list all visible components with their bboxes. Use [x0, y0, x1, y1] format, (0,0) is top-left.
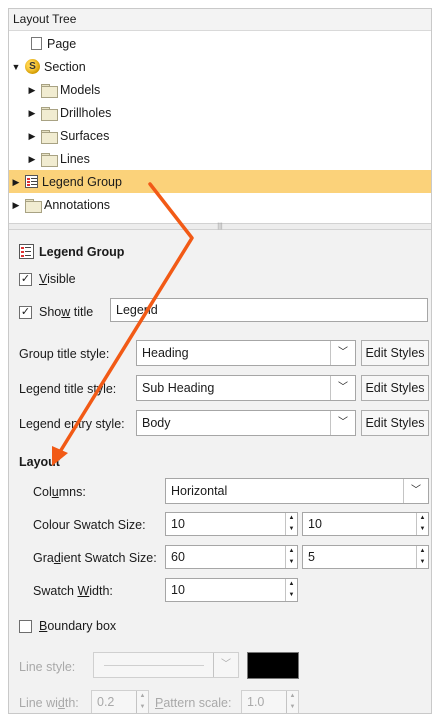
tree-item-label: Drillholes: [60, 105, 112, 120]
collapsed-triangle-icon[interactable]: ▶: [27, 85, 37, 95]
spinner-arrows-icon[interactable]: ▲ ▼: [285, 546, 297, 568]
spinner-arrows-icon[interactable]: ▲ ▼: [285, 579, 297, 601]
spinner-arrows-icon[interactable]: ▲ ▼: [285, 513, 297, 535]
tree-item-label: Surfaces: [60, 128, 110, 143]
edit-styles-button[interactable]: Edit Styles: [361, 375, 429, 401]
tree-item-section[interactable]: ▼ S Section: [9, 55, 431, 78]
collapsed-triangle-icon[interactable]: ▶: [11, 200, 21, 210]
tree-item-lines[interactable]: ▶ Lines: [9, 147, 431, 170]
spinner-value: 10: [171, 517, 185, 531]
columns-select[interactable]: Horizontal ﹀: [165, 478, 429, 504]
line-colour-swatch[interactable]: [247, 652, 299, 679]
legend-icon: [19, 244, 34, 259]
spinner-arrows-icon[interactable]: ▲ ▼: [136, 691, 148, 713]
legend-icon: [25, 175, 38, 188]
colour-swatch-height-spinner[interactable]: 10 ▲ ▼: [302, 512, 429, 536]
spinner-value: 1.0: [247, 695, 265, 709]
chevron-down-icon: ﹀: [403, 479, 428, 503]
select-value: Body: [142, 416, 171, 430]
layout-tree-window: Layout Tree Page ▼ S Section ▶ Models ▶ …: [8, 8, 432, 714]
line-style-preview: [104, 665, 204, 666]
colour-swatch-size-label: Colour Swatch Size:: [33, 518, 146, 532]
spinner-arrows-icon[interactable]: ▲ ▼: [416, 546, 428, 568]
edit-styles-button[interactable]: Edit Styles: [361, 340, 429, 366]
folder-icon: [41, 129, 58, 144]
legend-title-input[interactable]: Legend: [110, 298, 428, 322]
collapsed-triangle-icon[interactable]: ▶: [27, 131, 37, 141]
gradient-swatch-width-spinner[interactable]: 60 ▲ ▼: [165, 545, 298, 569]
spinner-arrows-icon[interactable]: ▲ ▼: [416, 513, 428, 535]
line-style-label: Line style:: [19, 660, 76, 674]
pattern-scale-label: Pattern scale:: [155, 696, 232, 710]
line-width-spinner[interactable]: 0.2 ▲ ▼: [91, 690, 149, 713]
tree-item-drillholes[interactable]: ▶ Drillholes: [9, 101, 431, 124]
chevron-down-icon: ﹀: [330, 411, 355, 435]
tree-item-legend-group[interactable]: ▶ Legend Group: [9, 170, 431, 193]
edit-styles-button[interactable]: Edit Styles: [361, 410, 429, 436]
tree-item-label: Legend Group: [42, 174, 122, 189]
tree-item-label: Lines: [60, 151, 90, 166]
columns-label: Columns:: [33, 485, 86, 499]
tree-item-annotations[interactable]: ▶ Annotations: [9, 193, 431, 216]
layout-tree-header: Layout Tree: [9, 9, 431, 31]
gradient-swatch-height-spinner[interactable]: 5 ▲ ▼: [302, 545, 429, 569]
page-icon: [31, 37, 42, 50]
group-title-style-select[interactable]: Heading ﹀: [136, 340, 356, 366]
section-icon: S: [25, 59, 40, 74]
tree-item-label: Annotations: [44, 197, 111, 212]
swatch-width-label: Swatch Width:: [33, 584, 113, 598]
boundary-box-checkbox[interactable]: [19, 620, 32, 633]
tree-item-page[interactable]: Page: [9, 32, 431, 55]
folder-icon: [41, 83, 58, 98]
select-value: Sub Heading: [142, 381, 215, 395]
spinner-value: 0.2: [97, 695, 115, 709]
show-title-label: Show title: [39, 305, 94, 319]
pattern-scale-spinner[interactable]: 1.0 ▲ ▼: [241, 690, 299, 713]
tree-item-label: Models: [60, 82, 101, 97]
tree-item-label: Section: [44, 59, 86, 74]
visible-label: Visible: [39, 272, 76, 286]
tree-item-models[interactable]: ▶ Models: [9, 78, 431, 101]
folder-icon: [25, 198, 42, 213]
legend-entry-style-label: Legend entry style:: [19, 417, 125, 431]
show-title-checkbox[interactable]: ✓: [19, 306, 32, 319]
spinner-value: 10: [171, 583, 185, 597]
collapsed-triangle-icon[interactable]: ▶: [27, 108, 37, 118]
select-value: Heading: [142, 346, 189, 360]
tree-item-label: Page: [47, 36, 77, 51]
legend-title-style-label: Legend title style:: [19, 382, 117, 396]
chevron-down-icon: ﹀: [330, 341, 355, 365]
chevron-down-icon: ﹀: [213, 653, 238, 677]
line-style-select[interactable]: ﹀: [93, 652, 239, 678]
select-value: Horizontal: [171, 484, 228, 498]
spinner-arrows-icon[interactable]: ▲ ▼: [286, 691, 298, 713]
group-title-style-label: Group title style:: [19, 347, 110, 361]
swatch-width-spinner[interactable]: 10 ▲ ▼: [165, 578, 298, 602]
spinner-value: 5: [308, 550, 315, 564]
spinner-value: 60: [171, 550, 185, 564]
legend-entry-style-select[interactable]: Body ﹀: [136, 410, 356, 436]
gradient-swatch-size-label: Gradient Swatch Size:: [33, 551, 157, 565]
collapsed-triangle-icon[interactable]: ▶: [27, 154, 37, 164]
chevron-down-icon: ﹀: [330, 376, 355, 400]
line-width-label: Line width:: [19, 696, 79, 710]
boundary-box-label: Boundary box: [39, 619, 117, 633]
colour-swatch-width-spinner[interactable]: 10 ▲ ▼: [165, 512, 298, 536]
legend-title-style-select[interactable]: Sub Heading ﹀: [136, 375, 356, 401]
spinner-value: 10: [308, 517, 322, 531]
visible-checkbox[interactable]: ✓: [19, 273, 32, 286]
folder-icon: [41, 152, 58, 167]
panel-title: Legend Group: [39, 245, 125, 259]
collapsed-triangle-icon[interactable]: ▶: [11, 177, 21, 187]
expanded-triangle-icon[interactable]: ▼: [11, 62, 21, 72]
layout-heading: Layout: [19, 455, 60, 469]
panel-splitter[interactable]: |||: [9, 223, 431, 230]
tree-item-surfaces[interactable]: ▶ Surfaces: [9, 124, 431, 147]
folder-icon: [41, 106, 58, 121]
properties-panel: Legend Group ✓ Visible ✓ Show title Lege…: [9, 230, 431, 713]
